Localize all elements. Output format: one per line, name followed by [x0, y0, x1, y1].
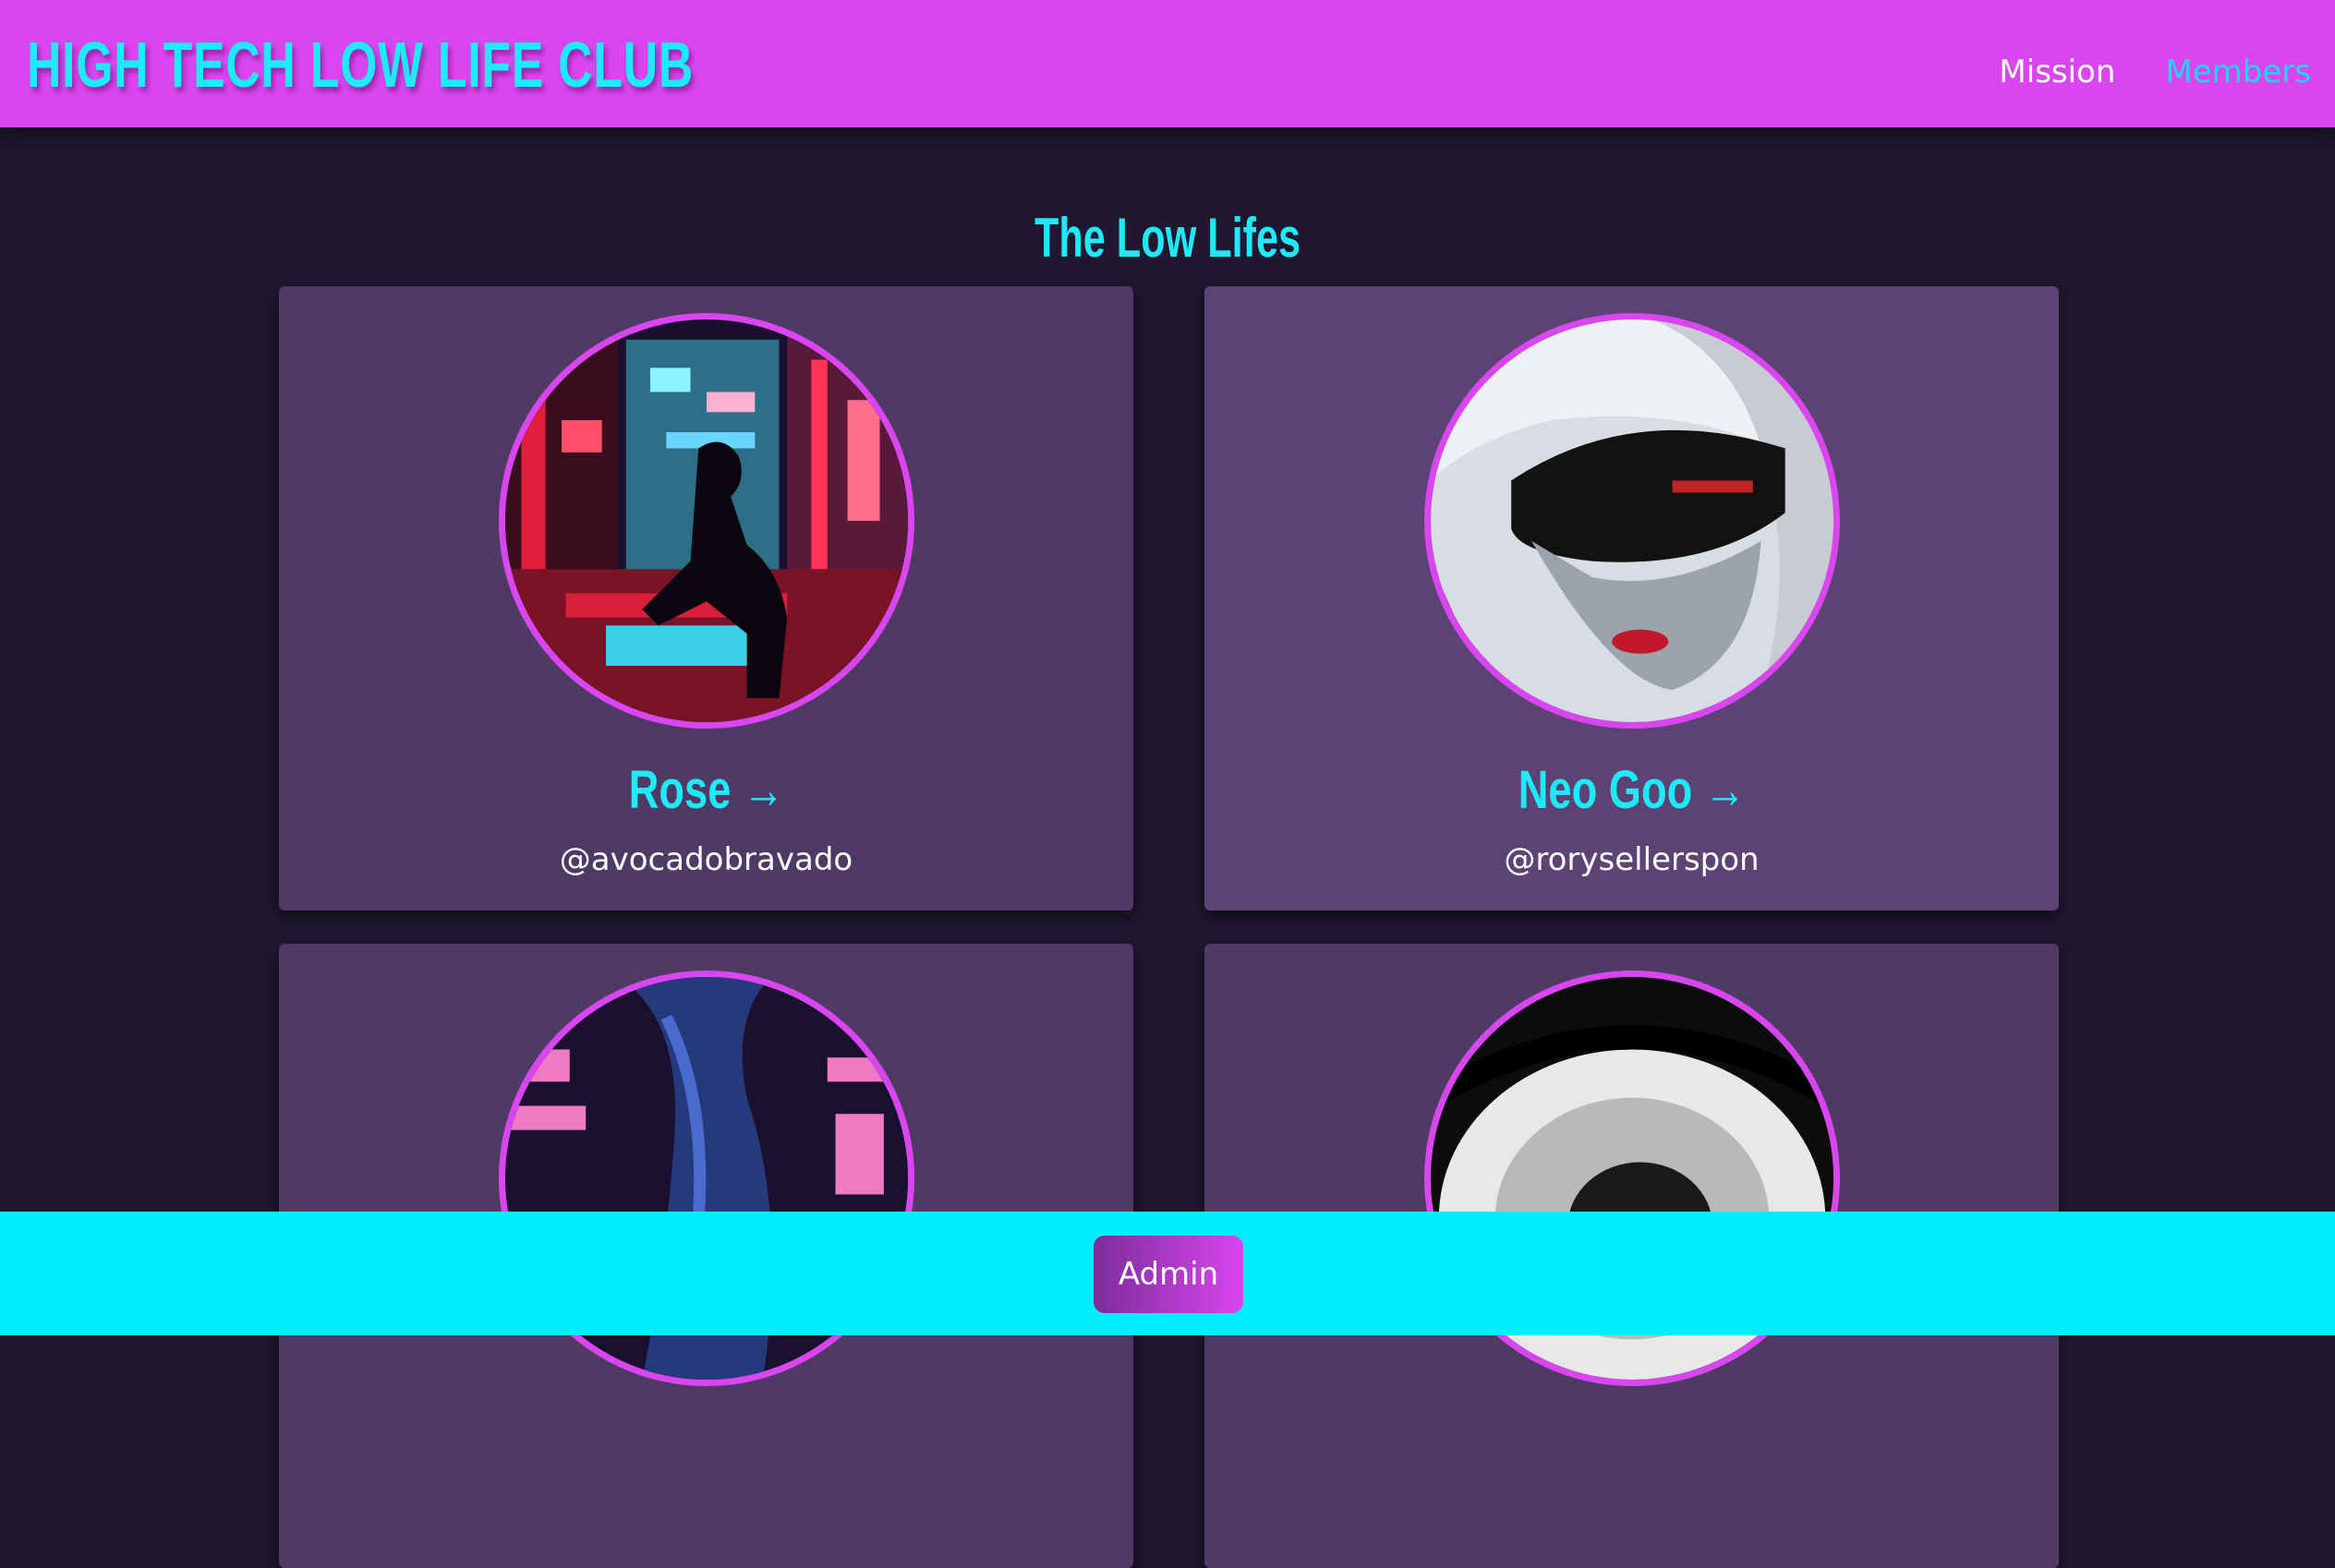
member-card-neo-goo[interactable]: Neo Goo → @rorysellerspon: [1204, 286, 2059, 911]
member-name-link[interactable]: Rose →: [279, 755, 1133, 826]
site-brand[interactable]: HIGH TECH LOW LIFE CLUB: [27, 20, 694, 109]
main-nav: Mission Members: [1999, 46, 2311, 98]
member-name-link[interactable]: Neo Goo →: [1204, 755, 2059, 826]
nav-link-mission[interactable]: Mission: [1999, 46, 2115, 98]
site-header: HIGH TECH LOW LIFE CLUB Mission Members: [0, 0, 2335, 127]
section-title: The Low Lifes: [1034, 207, 1301, 269]
member-handle: @rorysellerspon: [1504, 841, 1760, 878]
member-avatar: [1424, 313, 1840, 729]
site-footer: Admin: [0, 1212, 2335, 1335]
member-name-link[interactable]: [279, 1413, 1133, 1483]
member-card-rose[interactable]: Rose → @avocadobravado: [279, 286, 1133, 911]
admin-button[interactable]: Admin: [1094, 1236, 1243, 1313]
member-avatar: [499, 313, 914, 729]
city-night-silhouette-image: [505, 320, 908, 722]
member-handle: @avocadobravado: [559, 841, 853, 878]
visor-woman-image: [1431, 320, 1833, 722]
members-section: The Low Lifes Rose → @avocadobravado Neo…: [0, 127, 2335, 1568]
member-name-link[interactable]: [1204, 1413, 2059, 1483]
nav-link-members[interactable]: Members: [2165, 46, 2311, 98]
